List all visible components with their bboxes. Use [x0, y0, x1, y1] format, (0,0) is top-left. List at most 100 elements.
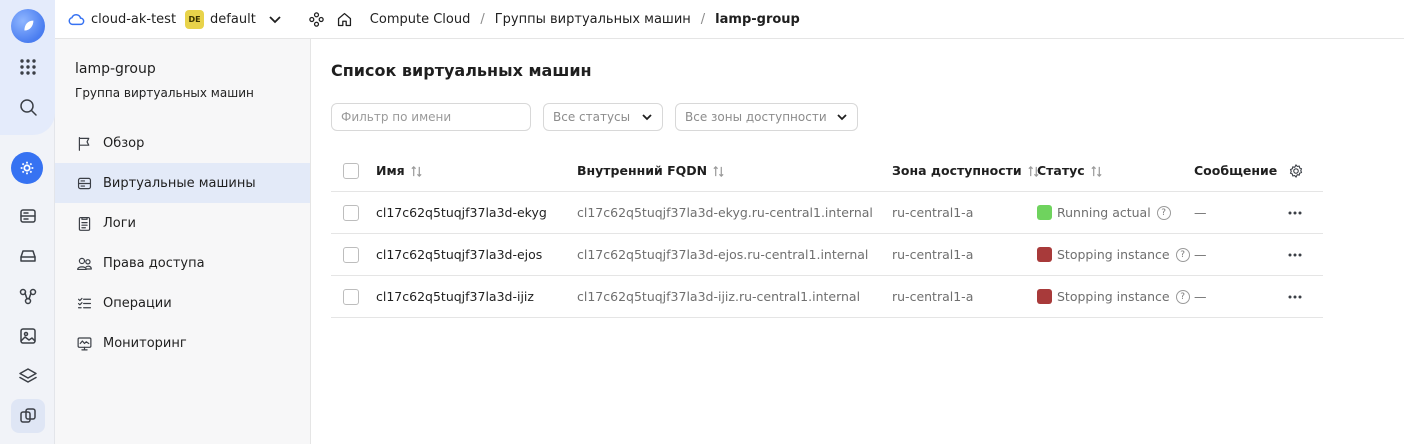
column-label: Имя — [376, 163, 405, 178]
chevron-down-icon — [837, 114, 847, 121]
server-icon — [75, 174, 93, 192]
help-icon[interactable]: ? — [1175, 247, 1190, 262]
column-header-zone[interactable]: Зона доступности — [892, 150, 1039, 191]
column-label: Внутренний FQDN — [577, 163, 708, 178]
services-grid-icon[interactable] — [11, 50, 45, 84]
breadcrumb-instance-groups[interactable]: Группы виртуальных машин — [495, 12, 691, 27]
sidebar-item-label: Права доступа — [103, 255, 205, 271]
compute-service-icon[interactable] — [11, 152, 43, 184]
vm-status: Running actual ? — [1037, 192, 1171, 233]
vm-name[interactable]: cl17c62q5tuqjf37la3d-ijiz — [376, 276, 534, 317]
status-stopping-indicator — [1037, 289, 1052, 304]
status-label: Stopping instance — [1057, 247, 1170, 262]
cloud-name[interactable]: cloud-ak-test — [91, 12, 176, 27]
vm-message: — — [1194, 247, 1207, 262]
row-checkbox[interactable] — [343, 204, 359, 221]
vm-message: — — [1194, 205, 1207, 220]
image-icon[interactable] — [11, 319, 45, 353]
vm-zone: ru-central1-a — [892, 247, 974, 262]
column-label: Статус — [1037, 163, 1085, 178]
cloud-icon — [67, 10, 85, 28]
layers-icon[interactable] — [11, 359, 45, 393]
status-running-indicator — [1037, 205, 1052, 220]
vm-zone: ru-central1-a — [892, 289, 974, 304]
column-label: Сообщение — [1194, 163, 1278, 178]
row-checkbox[interactable] — [343, 288, 359, 305]
column-header-name[interactable]: Имя — [376, 150, 422, 191]
status-stopping-indicator — [1037, 247, 1052, 262]
instance-groups-icon[interactable] — [11, 399, 45, 433]
chevron-down-icon[interactable] — [268, 12, 282, 26]
vm-table: Имя Внутренний FQDN Зона доступности Ста… — [331, 150, 1323, 318]
column-header-status[interactable]: Статус — [1037, 150, 1102, 191]
users-icon — [75, 254, 93, 272]
folder-name[interactable]: default — [210, 12, 256, 27]
zone-filter-select[interactable]: Все зоны доступности — [675, 103, 858, 131]
table-settings-gear-icon[interactable] — [1288, 150, 1304, 191]
help-icon[interactable]: ? — [1156, 205, 1171, 220]
global-nav-rail — [0, 0, 55, 444]
status-label: Running actual — [1057, 205, 1151, 220]
sidebar-item-label: Логи — [103, 215, 137, 231]
row-checkbox[interactable] — [343, 246, 359, 263]
vm-fqdn: cl17c62q5tuqjf37la3d-ekyg.ru-central1.in… — [577, 205, 873, 220]
help-icon[interactable]: ? — [1175, 289, 1190, 304]
breadcrumb-current: lamp-group — [715, 11, 800, 27]
row-actions-more-icon[interactable] — [1287, 276, 1303, 317]
sidebar-item-label: Виртуальные машины — [103, 175, 256, 191]
breadcrumb-compute-cloud[interactable]: Compute Cloud — [370, 12, 471, 27]
sidebar-item-logs[interactable]: Логи — [55, 203, 310, 243]
sidebar-item-operations[interactable]: Операции — [55, 283, 310, 323]
search-icon[interactable] — [11, 90, 45, 124]
home-icon[interactable] — [336, 10, 354, 28]
sort-icon[interactable] — [410, 165, 422, 177]
operations-icon — [75, 294, 93, 312]
vm-fqdn: cl17c62q5tuqjf37la3d-ejos.ru-central1.in… — [577, 247, 869, 262]
row-actions-more-icon[interactable] — [1287, 234, 1303, 275]
server-list-icon[interactable] — [11, 199, 45, 233]
vm-status: Stopping instance ? — [1037, 276, 1190, 317]
table-row[interactable]: cl17c62q5tuqjf37la3d-ijiz cl17c62q5tuqjf… — [331, 276, 1323, 318]
sidebar-item-overview[interactable]: Обзор — [55, 123, 310, 163]
monitoring-icon — [75, 334, 93, 352]
sidebar-item-virtual-machines[interactable]: Виртуальные машины — [55, 163, 310, 203]
select-all-checkbox[interactable] — [343, 162, 359, 179]
resource-title: lamp-group — [75, 61, 156, 77]
page-title: Список виртуальных машин — [331, 61, 592, 80]
resource-subtitle: Группа виртуальных машин — [75, 86, 254, 100]
vm-name[interactable]: cl17c62q5tuqjf37la3d-ekyg — [376, 192, 547, 233]
vm-fqdn: cl17c62q5tuqjf37la3d-ijiz.ru-central1.in… — [577, 289, 861, 304]
service-nodes-icon[interactable] — [308, 10, 326, 28]
sort-icon[interactable] — [1090, 165, 1102, 177]
status-filter-select[interactable]: Все статусы — [543, 103, 663, 131]
sidebar-item-access-rights[interactable]: Права доступа — [55, 243, 310, 283]
resource-sidebar: lamp-group Группа виртуальных машин Обзо… — [55, 39, 311, 444]
table-row[interactable]: cl17c62q5tuqjf37la3d-ejos cl17c62q5tuqjf… — [331, 234, 1323, 276]
status-label: Stopping instance — [1057, 289, 1170, 304]
column-header-message: Сообщение — [1194, 150, 1277, 191]
breadcrumb-separator: / — [700, 11, 706, 27]
sort-icon[interactable] — [712, 165, 724, 177]
sidebar-item-label: Мониторинг — [103, 335, 187, 351]
column-header-fqdn[interactable]: Внутренний FQDN — [577, 150, 724, 191]
column-label: Зона доступности — [892, 163, 1022, 178]
status-filter-value: Все статусы — [553, 110, 631, 124]
vm-name[interactable]: cl17c62q5tuqjf37la3d-ejos — [376, 234, 542, 275]
cloud-logo-icon[interactable] — [11, 9, 45, 43]
zone-filter-value: Все зоны доступности — [685, 110, 827, 124]
table-row[interactable]: cl17c62q5tuqjf37la3d-ekyg cl17c62q5tuqjf… — [331, 192, 1323, 234]
flag-icon — [75, 134, 93, 152]
folder-badge: DE — [185, 9, 205, 29]
name-filter-input[interactable] — [331, 103, 531, 131]
sidebar-item-monitoring[interactable]: Мониторинг — [55, 323, 310, 363]
row-actions-more-icon[interactable] — [1287, 192, 1303, 233]
breadcrumb-separator: / — [480, 11, 485, 27]
sidebar-item-label: Обзор — [103, 135, 145, 151]
top-bar: cloud-ak-test DE default Compute Cloud /… — [55, 0, 1404, 39]
vm-status: Stopping instance ? — [1037, 234, 1190, 275]
chevron-down-icon — [642, 114, 652, 121]
log-icon — [75, 214, 93, 232]
disk-icon[interactable] — [11, 239, 45, 273]
network-icon[interactable] — [11, 279, 45, 313]
vm-message: — — [1194, 289, 1207, 304]
